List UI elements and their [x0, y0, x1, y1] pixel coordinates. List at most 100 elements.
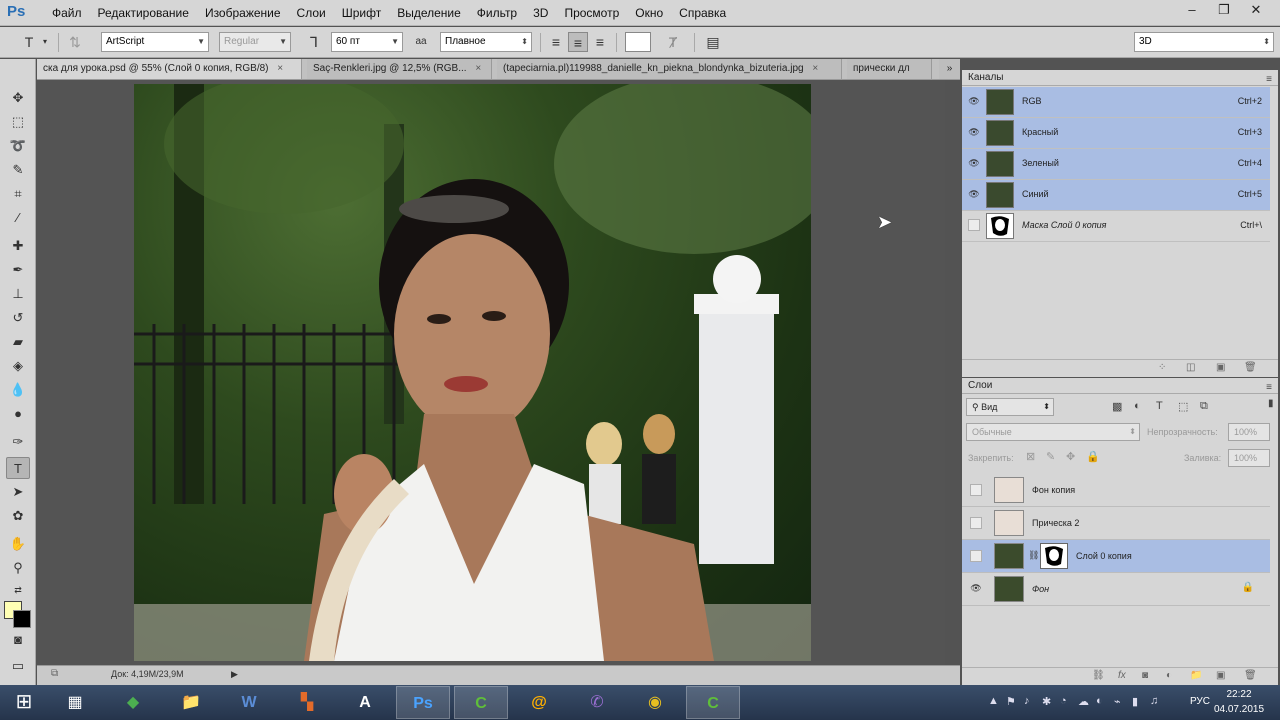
healing-brush-tool-icon[interactable]: ✚ [6, 235, 30, 257]
type-tool-preset-icon[interactable]: T [18, 32, 40, 52]
panel-menu-icon[interactable]: ≡ [1266, 380, 1272, 396]
tray-icon[interactable]: ♪ [1024, 695, 1030, 707]
load-selection-icon[interactable]: ⁘ [1158, 362, 1166, 373]
visibility-toggle[interactable] [970, 484, 982, 496]
lock-position-icon[interactable]: ✥ [1066, 450, 1075, 463]
layer-mask-thumbnail[interactable] [1040, 543, 1068, 569]
group-icon[interactable]: 📁 [1190, 670, 1202, 681]
menu-select[interactable]: Выделение [389, 0, 469, 26]
lock-all-icon[interactable]: 🔒 [1086, 450, 1100, 463]
swap-colors-icon[interactable]: ⇄ [6, 579, 30, 601]
tray-icon[interactable]: ▲ [988, 695, 999, 707]
tab-document-1[interactable]: ска для урока.psd @ 55% (Слой 0 копия, R… [37, 59, 302, 79]
panel-menu-icon[interactable]: ≡ [1266, 72, 1272, 88]
align-left-icon[interactable]: ≡ [546, 32, 566, 52]
app-icon[interactable]: ◆ [106, 686, 160, 719]
hand-tool-icon[interactable]: ✋ [6, 533, 30, 555]
antialias-select[interactable]: Плавное ⬍ [440, 32, 532, 52]
clock-time[interactable]: 22:22 [1214, 689, 1264, 700]
visibility-toggle[interactable] [968, 219, 980, 231]
restore-button[interactable]: ❐ [1208, 0, 1240, 20]
tab-document-4[interactable]: прически дл [847, 59, 932, 79]
path-selection-tool-icon[interactable]: ➤ [6, 481, 30, 503]
dodge-tool-icon[interactable]: ● [6, 403, 30, 425]
language-indicator[interactable]: РУС [1190, 696, 1210, 707]
layer-filter-select[interactable]: ⚲ Вид ⬍ [966, 398, 1054, 416]
folder-icon[interactable]: 📁 [164, 686, 218, 719]
align-center-icon[interactable]: ≡ [568, 32, 588, 52]
paint-bucket-tool-icon[interactable]: ◈ [6, 355, 30, 377]
eraser-tool-icon[interactable]: ▰ [6, 331, 30, 353]
tab-document-2[interactable]: Saç-Renkleri.jpg @ 12,5% (RGB... × [307, 59, 492, 79]
save-selection-icon[interactable]: ◫ [1186, 362, 1195, 373]
image-filter-icon[interactable]: ▩ [1112, 400, 1122, 413]
pen-tool-icon[interactable]: ✑ [6, 431, 30, 453]
opacity-input[interactable]: 100% [1228, 423, 1270, 441]
camtasia-recorder-icon[interactable]: C [686, 686, 740, 719]
clone-stamp-tool-icon[interactable]: ⊥ [6, 283, 30, 305]
history-brush-tool-icon[interactable]: ↺ [6, 307, 30, 329]
layer-row-background[interactable]: 👁 Фон 🔒 [962, 573, 1270, 606]
office-icon[interactable]: ▚ [280, 686, 334, 719]
viber-icon[interactable]: ✆ [570, 686, 624, 719]
add-mask-icon[interactable]: ◙ [1142, 670, 1148, 681]
close-icon[interactable]: × [277, 63, 283, 74]
warp-text-icon[interactable]: Ⱦ [662, 32, 684, 52]
chrome-icon[interactable]: ◉ [628, 686, 682, 719]
minimize-button[interactable]: – [1176, 0, 1208, 20]
filter-toggle-icon[interactable]: ▮ [1268, 398, 1274, 409]
photoshop-icon[interactable]: Ps [396, 686, 450, 719]
document-photo[interactable] [134, 84, 811, 661]
font-size-select[interactable]: 60 пт ▼ [331, 32, 403, 52]
battery-icon[interactable]: ▮ [1132, 695, 1138, 708]
clock-date[interactable]: 04.07.2015 [1210, 704, 1268, 715]
lock-pixels-icon[interactable]: ✎ [1046, 450, 1055, 463]
tray-icon[interactable]: ◔ [1060, 695, 1067, 707]
link-layers-icon[interactable]: ⛓ [1092, 670, 1105, 681]
tabs-overflow-icon[interactable]: » [939, 59, 960, 79]
move-tool-icon[interactable]: ✥ [6, 87, 30, 109]
camtasia-icon[interactable]: C [454, 686, 508, 719]
channel-row-green[interactable]: 👁 Зеленый Ctrl+4 [962, 149, 1270, 180]
lock-transparency-icon[interactable]: ⊠ [1026, 450, 1035, 463]
channel-row-rgb[interactable]: 👁 RGB Ctrl+2 [962, 87, 1270, 118]
type-tool-icon[interactable]: T [6, 457, 30, 479]
eye-icon[interactable]: 👁 [968, 126, 980, 138]
custom-shape-tool-icon[interactable]: ✿ [6, 505, 30, 527]
text-color-swatch[interactable] [625, 32, 651, 52]
font-family-select[interactable]: ArtScript ▼ [101, 32, 209, 52]
menu-view[interactable]: Просмотр [556, 0, 627, 26]
zoom-tool-icon[interactable]: ⚲ [6, 557, 30, 579]
crop-tool-icon[interactable]: ⌗ [6, 183, 30, 205]
shape-filter-icon[interactable]: ⬚ [1178, 400, 1188, 413]
tray-icon[interactable]: ⚑ [1006, 695, 1016, 708]
status-nav-icon[interactable]: ⧉ [51, 668, 58, 679]
windows-start-icon[interactable]: ⊞ [0, 686, 48, 719]
new-channel-icon[interactable]: ▣ [1216, 362, 1225, 373]
quick-mask-icon[interactable]: ◙ [6, 629, 30, 651]
channel-row-red[interactable]: 👁 Красный Ctrl+3 [962, 118, 1270, 149]
visibility-toggle[interactable] [970, 550, 982, 562]
adjustment-layer-icon[interactable]: ◐ [1166, 670, 1172, 681]
computer-icon[interactable]: ▦ [48, 686, 102, 719]
eye-icon[interactable]: 👁 [970, 583, 982, 595]
layer-row-hairstyle-2[interactable]: Прическа 2 [962, 507, 1270, 540]
close-icon[interactable]: × [812, 63, 818, 74]
eye-icon[interactable]: 👁 [968, 95, 980, 107]
preset-dropdown-icon[interactable]: ▾ [40, 32, 50, 52]
close-button[interactable]: ✕ [1240, 0, 1272, 20]
menu-layers[interactable]: Слои [289, 0, 334, 26]
link-icon[interactable]: ⛓ [1028, 550, 1039, 561]
eye-icon[interactable]: 👁 [968, 188, 980, 200]
blend-mode-select[interactable]: Обычные ⬍ [966, 423, 1140, 441]
background-color-swatch[interactable] [13, 610, 31, 628]
screen-mode-icon[interactable]: ▭ [6, 655, 30, 677]
layer-row-background-copy[interactable]: Фон копия [962, 474, 1270, 507]
brush-tool-icon[interactable]: ✒ [6, 259, 30, 281]
canvas-area[interactable]: ➤ [37, 80, 945, 665]
eye-icon[interactable]: 👁 [968, 157, 980, 169]
visibility-toggle[interactable] [970, 517, 982, 529]
word-icon[interactable]: W [222, 686, 276, 719]
mail-agent-icon[interactable]: @ [512, 686, 566, 719]
lasso-tool-icon[interactable]: ➰ [6, 135, 30, 157]
